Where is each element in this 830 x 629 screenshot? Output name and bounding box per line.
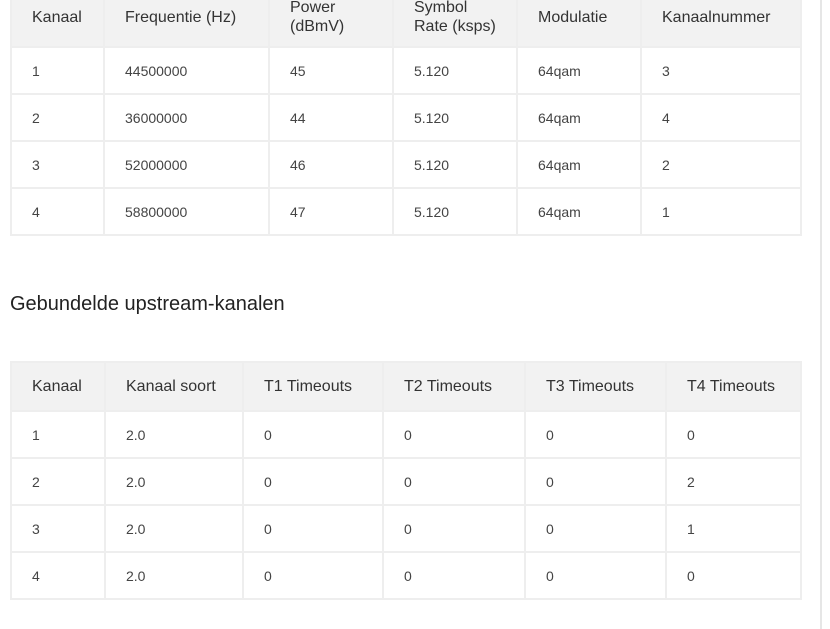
table-cell: 36000000 [103,93,270,142]
table-row: 4 58800000 47 5.120 64qam 1 [10,187,802,236]
table-cell: 4 [640,93,802,142]
table-cell: 0 [382,551,526,600]
column-header-power: Power (dBmV) [268,0,394,48]
table-cell: 0 [665,551,802,600]
table-cell: 3 [10,140,105,189]
scrollbar-track[interactable] [820,0,822,629]
table-cell: 0 [242,504,384,553]
column-header-kanaalnummer: Kanaalnummer [640,0,802,48]
column-header-power-label: Power (dBmV) [290,0,345,35]
table-cell: 3 [640,46,802,95]
table-cell: 52000000 [103,140,270,189]
column-header-kanaal-soort: Kanaal soort [104,361,244,412]
table-row: 2 2.0 0 0 0 2 [10,457,802,506]
column-header-symbol-rate-label: Symbol Rate (ksps) [414,0,496,35]
table-cell: 0 [382,457,526,506]
column-header-symbol-rate: Symbol Rate (ksps) [392,0,518,48]
column-header-kanaal: Kanaal [10,361,106,412]
table-cell: 1 [665,504,802,553]
column-header-t1-timeouts: T1 Timeouts [242,361,384,412]
downstream-channels-table: Kanaal Frequentie (Hz) Power (dBmV) Symb… [10,0,802,236]
table-cell: 64qam [516,93,642,142]
table-cell: 4 [10,551,106,600]
table-cell: 2.0 [104,457,244,506]
table-cell: 1 [640,187,802,236]
table-cell: 0 [665,410,802,459]
table-cell: 5.120 [392,46,518,95]
table-row: 3 52000000 46 5.120 64qam 2 [10,140,802,189]
table-cell: 64qam [516,46,642,95]
table-cell: 2.0 [104,551,244,600]
table-cell: 45 [268,46,394,95]
column-header-modulatie: Modulatie [516,0,642,48]
table-row: 3 2.0 0 0 0 1 [10,504,802,553]
table-cell: 44 [268,93,394,142]
table-cell: 5.120 [392,140,518,189]
table-cell: 5.120 [392,187,518,236]
table-cell: 47 [268,187,394,236]
column-header-kanaal: Kanaal [10,0,105,48]
table-cell: 5.120 [392,93,518,142]
table-cell: 4 [10,187,105,236]
table-cell: 0 [524,551,667,600]
table-row: 2 36000000 44 5.120 64qam 4 [10,93,802,142]
table-cell: 0 [242,551,384,600]
table-cell: 1 [10,46,105,95]
table-cell: 2 [10,93,105,142]
table-cell: 58800000 [103,187,270,236]
upstream-channels-table: Kanaal Kanaal soort T1 Timeouts T2 Timeo… [10,361,802,600]
table-cell: 0 [524,410,667,459]
table-header-row: Kanaal Kanaal soort T1 Timeouts T2 Timeo… [10,361,802,412]
table-cell: 2.0 [104,504,244,553]
column-header-t3-timeouts: T3 Timeouts [524,361,667,412]
table-cell: 3 [10,504,106,553]
table-cell: 2 [640,140,802,189]
table-cell: 0 [382,410,526,459]
table-cell: 2 [665,457,802,506]
table-cell: 2 [10,457,106,506]
table-cell: 44500000 [103,46,270,95]
table-cell: 46 [268,140,394,189]
table-cell: 0 [242,410,384,459]
table-cell: 0 [382,504,526,553]
table-cell: 1 [10,410,106,459]
table-cell: 0 [524,504,667,553]
table-row: 1 2.0 0 0 0 0 [10,410,802,459]
table-cell: 64qam [516,140,642,189]
table-cell: 0 [524,457,667,506]
upstream-section-title: Gebundelde upstream-kanalen [10,293,285,315]
column-header-t2-timeouts: T2 Timeouts [382,361,526,412]
table-row: 4 2.0 0 0 0 0 [10,551,802,600]
table-cell: 64qam [516,187,642,236]
table-cell: 2.0 [104,410,244,459]
table-cell: 0 [242,457,384,506]
column-header-frequentie: Frequentie (Hz) [103,0,270,48]
column-header-t4-timeouts: T4 Timeouts [665,361,802,412]
table-header-row: Kanaal Frequentie (Hz) Power (dBmV) Symb… [10,0,802,48]
table-row: 1 44500000 45 5.120 64qam 3 [10,46,802,95]
